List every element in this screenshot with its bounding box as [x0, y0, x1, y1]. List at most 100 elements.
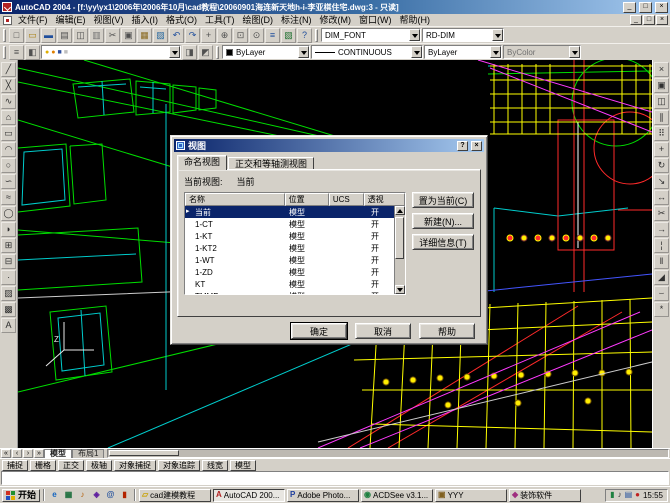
ellipse-arc-button[interactable]: ◗: [1, 222, 16, 237]
command-line-input[interactable]: [1, 471, 669, 485]
view-list[interactable]: 名称 位置 UCS 透视 ▸当前模型开1-CT模型开1-KT模型开1-KT2模型…: [184, 192, 406, 295]
save-button[interactable]: ▬: [41, 28, 56, 43]
scroll-down-icon[interactable]: [395, 285, 405, 294]
horizontal-scrollbar-thumb[interactable]: [109, 450, 179, 456]
view-list-row[interactable]: 1-KT2模型开: [185, 242, 394, 254]
tab-scroll-first-button[interactable]: «: [1, 449, 11, 458]
ok-button[interactable]: 确定: [291, 323, 347, 339]
toggle-polar[interactable]: 极轴: [86, 460, 112, 471]
acdsee-launch-icon[interactable]: ◈: [90, 489, 103, 502]
rotate-button[interactable]: ↻: [654, 158, 669, 173]
circle-button[interactable]: ○: [1, 158, 16, 173]
spline-button[interactable]: ≈: [1, 190, 16, 205]
taskbar-button-decor-software-window[interactable]: ◆装饰软件: [509, 489, 581, 502]
toggle-lineweight[interactable]: 线宽: [202, 460, 228, 471]
arc-button[interactable]: ◠: [1, 142, 16, 157]
layer-combo[interactable]: ●●■■: [41, 45, 181, 59]
break-at-point-button[interactable]: ¦: [654, 238, 669, 253]
undo-button[interactable]: ↶: [169, 28, 184, 43]
cut-button[interactable]: ✂: [105, 28, 120, 43]
construction-line-button[interactable]: ╳: [1, 78, 16, 93]
taskbar-button-acdsee-window[interactable]: ◉ACDSee v3.1...: [361, 489, 433, 502]
chevron-down-icon[interactable]: [490, 46, 501, 58]
copy-button[interactable]: ▣: [121, 28, 136, 43]
make-block-button[interactable]: ⊟: [1, 254, 16, 269]
view-list-row[interactable]: TMMP模型开: [185, 290, 394, 294]
minimize-button[interactable]: _: [623, 2, 636, 13]
scrollbar-track[interactable]: [395, 215, 405, 285]
mirror-button[interactable]: ◫: [654, 94, 669, 109]
erase-button[interactable]: ×: [654, 62, 669, 77]
scheduler-icon[interactable]: ▮: [610, 491, 614, 499]
insert-block-button[interactable]: ⊞: [1, 238, 16, 253]
zoom-realtime-button[interactable]: ⊕: [217, 28, 232, 43]
copy-object-button[interactable]: ▣: [654, 78, 669, 93]
view-list-row[interactable]: 1-CT模型开: [185, 218, 394, 230]
scroll-up-icon[interactable]: [395, 206, 405, 215]
start-button[interactable]: 开始: [2, 489, 40, 502]
taskbar-button-photoshop-window[interactable]: PAdobe Photo...: [287, 489, 359, 502]
titlebar[interactable]: AutoCAD 2004 - [f:\yy\yx1\2006年\2006年10月…: [0, 0, 670, 14]
restore-button[interactable]: □: [639, 2, 652, 13]
doc-minimize-button[interactable]: _: [630, 15, 642, 25]
new-button[interactable]: □: [9, 28, 24, 43]
move-button[interactable]: +: [654, 142, 669, 157]
close-button[interactable]: ×: [655, 2, 668, 13]
taskbar-button-autocad-window[interactable]: AAutoCAD 200...: [213, 489, 285, 502]
linetype-combo[interactable]: CONTINUOUS: [311, 45, 423, 59]
menu-modify[interactable]: 修改(M): [316, 14, 356, 26]
dialog-close-button[interactable]: ×: [471, 141, 482, 151]
rectangle-button[interactable]: ▭: [1, 126, 16, 141]
layer-previous-button[interactable]: ◩: [198, 45, 213, 60]
view-list-row[interactable]: 1-KT模型开: [185, 230, 394, 242]
internet-explorer-icon[interactable]: e: [48, 489, 61, 502]
chevron-down-icon[interactable]: [411, 46, 422, 58]
ellipse-button[interactable]: ◯: [1, 206, 16, 221]
toggle-snap[interactable]: 捕捉: [2, 460, 28, 471]
chamfer-button[interactable]: ◢: [654, 270, 669, 285]
fillet-button[interactable]: ⌣: [654, 286, 669, 301]
menu-help[interactable]: 帮助(H): [396, 14, 435, 26]
drawing-doc-icon[interactable]: [3, 16, 12, 25]
new-view-button[interactable]: 新建(N)...: [412, 213, 474, 229]
chevron-down-icon[interactable]: [169, 46, 180, 58]
toggle-osnap[interactable]: 对象捕捉: [114, 460, 156, 471]
set-current-button[interactable]: 置为当前(C): [412, 192, 474, 208]
toggle-otrack[interactable]: 对象追踪: [158, 460, 200, 471]
model-tab[interactable]: 模型: [44, 449, 72, 458]
region-button[interactable]: ▩: [1, 302, 16, 317]
network-icon[interactable]: ▤: [625, 491, 633, 499]
show-desktop-icon[interactable]: ▦: [62, 489, 75, 502]
cancel-button[interactable]: 取消: [355, 323, 411, 339]
taskbar-button-yyy-window[interactable]: ▣YYY: [435, 489, 507, 502]
tab-scroll-last-button[interactable]: »: [34, 449, 44, 458]
array-button[interactable]: ⠿: [654, 126, 669, 141]
open-button[interactable]: ▭: [25, 28, 40, 43]
scrollbar-thumb[interactable]: [395, 217, 404, 259]
toolbar-grip[interactable]: [3, 46, 6, 59]
match-properties-button[interactable]: ▨: [153, 28, 168, 43]
doc-restore-button[interactable]: □: [643, 15, 655, 25]
view-dialog-titlebar[interactable]: 视图 ? ×: [174, 139, 484, 152]
point-button[interactable]: ∙: [1, 270, 16, 285]
mail-icon[interactable]: @: [104, 489, 117, 502]
menu-insert[interactable]: 插入(I): [128, 14, 163, 26]
view-list-row[interactable]: 1-WT模型开: [185, 254, 394, 266]
column-header-location[interactable]: 位置: [285, 193, 329, 206]
plot-preview-button[interactable]: ◫: [73, 28, 88, 43]
winamp-icon[interactable]: ▮: [118, 489, 131, 502]
column-header-perspective[interactable]: 透视: [364, 193, 405, 206]
dialog-help-button[interactable]: ?: [457, 141, 468, 151]
explode-button[interactable]: *: [654, 302, 669, 317]
plot-button[interactable]: ▤: [57, 28, 72, 43]
details-button[interactable]: 详细信息(T): [412, 234, 474, 250]
column-header-ucs[interactable]: UCS: [329, 193, 364, 206]
hatch-button[interactable]: ▨: [1, 286, 16, 301]
menu-view[interactable]: 视图(V): [90, 14, 128, 26]
designcenter-button[interactable]: ▧: [281, 28, 296, 43]
chevron-down-icon[interactable]: [409, 29, 420, 41]
menu-draw[interactable]: 绘图(D): [239, 14, 278, 26]
toolbar-grip[interactable]: [216, 46, 219, 59]
menu-file[interactable]: 文件(F): [14, 14, 52, 26]
publish-button[interactable]: ▥: [89, 28, 104, 43]
